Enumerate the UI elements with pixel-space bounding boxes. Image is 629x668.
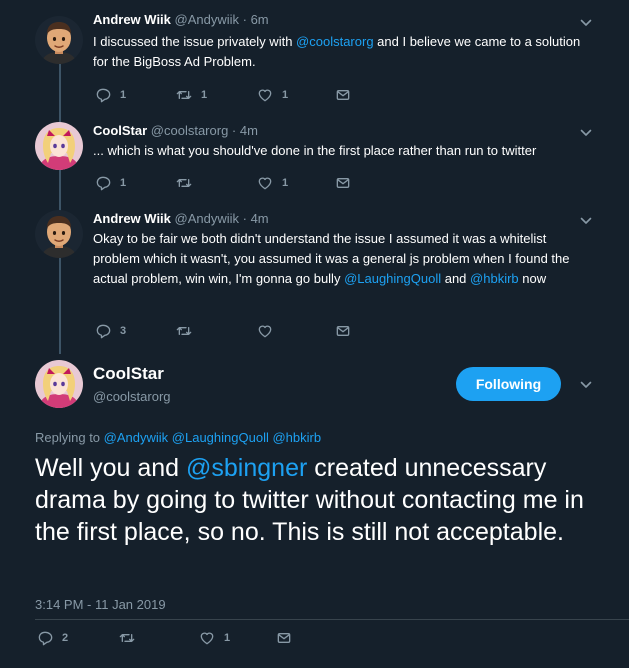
reply-button[interactable]: 3 xyxy=(95,322,126,340)
tweet-text: Well you and @sbingner created unnecessa… xyxy=(35,452,605,548)
like-icon xyxy=(257,323,273,339)
like-button[interactable]: 1 xyxy=(199,629,230,647)
tweet-text-part: and xyxy=(441,271,471,286)
reply-icon xyxy=(95,323,111,339)
mention-link[interactable]: @coolstarorg xyxy=(296,34,374,49)
tweet-text-part: Well you and xyxy=(35,454,187,482)
tweet[interactable]: Andrew Wiik @Andywiik · 6m I discussed t… xyxy=(0,0,629,110)
retweet-icon xyxy=(176,87,192,103)
author-name[interactable]: Andrew Wiik xyxy=(93,12,171,27)
dm-icon xyxy=(276,630,292,646)
reply-count: 2 xyxy=(62,632,69,644)
like-icon xyxy=(199,630,215,646)
author-handle-time[interactable]: @coolstarorg · 4m xyxy=(151,123,258,138)
tweet[interactable]: Andrew Wiik @Andywiik · 4m Okay to be fa… xyxy=(0,198,629,348)
mention-link[interactable]: @Andywiik xyxy=(104,430,169,445)
replying-to: Replying to @Andywiik @LaughingQuoll @hb… xyxy=(35,430,321,445)
like-count: 1 xyxy=(282,177,289,189)
author-handle-time[interactable]: @Andywiik · 6m xyxy=(175,12,269,27)
like-count: 1 xyxy=(224,632,231,644)
tweet-text: Okay to be fair we both didn't understan… xyxy=(93,229,593,289)
author-name[interactable]: CoolStar xyxy=(93,123,147,138)
reply-icon xyxy=(95,87,111,103)
chevron-down-icon[interactable] xyxy=(580,379,592,391)
dm-button[interactable] xyxy=(335,86,351,104)
reply-count: 1 xyxy=(120,89,127,101)
dm-icon xyxy=(335,175,351,191)
mention-link[interactable]: @sbingner xyxy=(186,454,307,482)
mention-link[interactable]: @LaughingQuoll xyxy=(344,271,441,286)
reply-icon xyxy=(37,630,53,646)
dm-icon xyxy=(335,323,351,339)
reply-count: 1 xyxy=(120,177,127,189)
author-name[interactable]: CoolStar xyxy=(93,364,164,384)
dm-button[interactable] xyxy=(335,322,351,340)
action-bar: 2 1 xyxy=(37,629,337,647)
author-handle[interactable]: @coolstarorg xyxy=(93,389,171,404)
avatar[interactable] xyxy=(35,122,83,170)
reply-button[interactable]: 2 xyxy=(37,629,68,647)
like-icon xyxy=(257,175,273,191)
tweet[interactable]: CoolStar @coolstarorg · 4m ... which is … xyxy=(0,110,629,198)
mention-link[interactable]: @hbkirb xyxy=(470,271,519,286)
retweet-button[interactable] xyxy=(176,322,201,340)
author-handle-time[interactable]: @Andywiik · 4m xyxy=(175,211,269,226)
tweet-text: ... which is what you should've done in … xyxy=(93,143,537,158)
reply-button[interactable]: 1 xyxy=(95,86,126,104)
retweet-button[interactable] xyxy=(176,174,201,192)
dm-button[interactable] xyxy=(335,174,351,192)
reply-count: 3 xyxy=(120,325,127,337)
retweet-button[interactable]: 1 xyxy=(176,86,207,104)
replying-label: Replying to xyxy=(35,430,101,445)
chevron-down-icon[interactable] xyxy=(580,215,592,227)
tweet-text-part: I discussed the issue privately with xyxy=(93,34,297,49)
retweet-icon xyxy=(119,630,135,646)
like-icon xyxy=(257,87,273,103)
timestamp[interactable]: 3:14 PM - 11 Jan 2019 xyxy=(35,597,166,612)
like-button[interactable] xyxy=(257,322,282,340)
retweet-count: 1 xyxy=(201,89,208,101)
avatar[interactable] xyxy=(35,210,83,258)
action-bar: 3 xyxy=(95,322,395,340)
mention-link[interactable]: @hbkirb xyxy=(272,430,321,445)
tweet-text-part: now xyxy=(518,271,547,286)
like-button[interactable]: 1 xyxy=(257,174,288,192)
action-bar: 1 1 xyxy=(95,174,395,192)
retweet-button[interactable] xyxy=(119,629,144,647)
dm-button[interactable] xyxy=(276,629,292,647)
following-button[interactable]: Following xyxy=(456,367,561,401)
author-name[interactable]: Andrew Wiik xyxy=(93,211,171,226)
chevron-down-icon[interactable] xyxy=(580,17,592,29)
reply-button[interactable]: 1 xyxy=(95,174,126,192)
retweet-icon xyxy=(176,323,192,339)
divider xyxy=(35,619,629,620)
action-bar: 1 1 1 xyxy=(95,86,395,104)
reply-icon xyxy=(95,175,111,191)
like-count: 1 xyxy=(282,89,289,101)
tweet-text: I discussed the issue privately with @co… xyxy=(93,32,593,72)
dm-icon xyxy=(335,87,351,103)
retweet-icon xyxy=(176,175,192,191)
chevron-down-icon[interactable] xyxy=(580,127,592,139)
mention-link[interactable]: @LaughingQuoll xyxy=(172,430,269,445)
like-button[interactable]: 1 xyxy=(257,86,288,104)
avatar[interactable] xyxy=(35,16,83,64)
avatar[interactable] xyxy=(35,360,83,408)
